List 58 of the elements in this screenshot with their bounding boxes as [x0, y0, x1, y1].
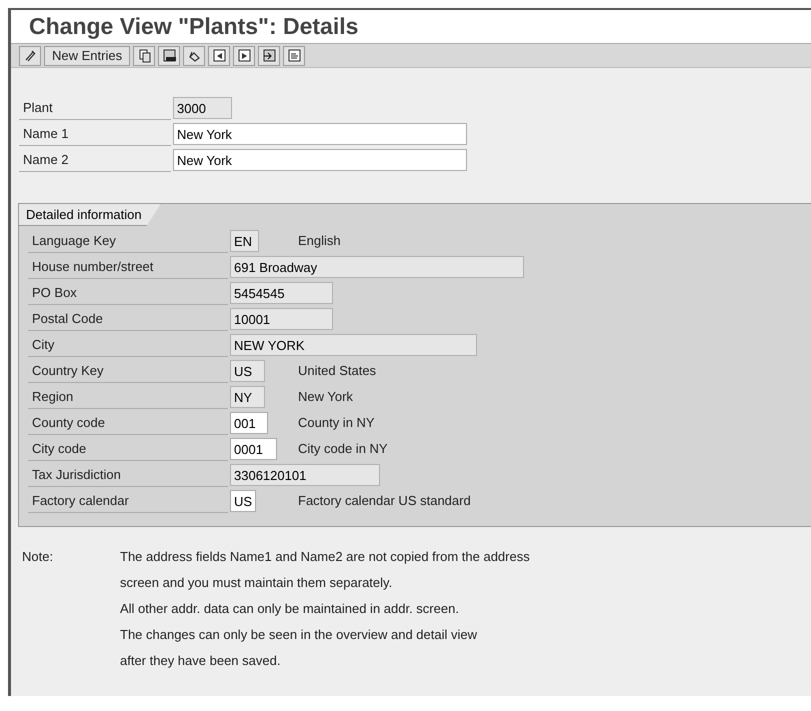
input-field[interactable]: New York [173, 123, 467, 145]
toolbar-button[interactable] [283, 46, 306, 66]
input-field[interactable]: NY [230, 386, 265, 408]
input-field[interactable]: US [230, 360, 265, 382]
toolbar-button[interactable] [183, 46, 206, 66]
field-label: Factory calendar [28, 489, 228, 513]
input-field[interactable]: 691 Broadway [230, 256, 524, 278]
toolbar-button[interactable] [208, 46, 230, 66]
input-field[interactable]: EN [230, 230, 259, 252]
input-field[interactable]: 3306120101 [230, 464, 380, 486]
input-field[interactable]: NEW YORK [230, 334, 477, 356]
field-label: Name 1 [19, 122, 171, 146]
note-text: The changes can only be seen in the overview and detail view [120, 626, 478, 644]
field-label: City [28, 333, 228, 357]
window-title: Change View "Plants": Details [29, 12, 358, 42]
field-label: House number/street [28, 255, 228, 279]
note-text: screen and you must maintain them separately. [120, 574, 394, 592]
input-field[interactable]: 10001 [230, 308, 333, 330]
note-text: All other addr. data can only be maintained in addr. screen. [120, 600, 460, 618]
toolbar-button[interactable] [158, 46, 180, 66]
field-label: City code [28, 437, 228, 461]
field-label: Postal Code [28, 307, 228, 331]
note-label: Note: [22, 548, 54, 566]
field-label: Name 2 [19, 148, 171, 172]
input-field[interactable]: New York [173, 149, 467, 171]
input-field[interactable]: 5454545 [230, 282, 333, 304]
input-field[interactable]: 001 [230, 412, 268, 434]
previous-page-icon [212, 48, 227, 63]
import-icon [262, 48, 277, 63]
field-description: New York [298, 388, 353, 406]
field-label: Country Key [28, 359, 228, 383]
note-text: The address fields Name1 and Name2 are not copied from the address [120, 548, 530, 566]
next-page-icon [236, 48, 252, 63]
field-label: Language Key [28, 229, 228, 253]
field-label: County code [28, 411, 228, 435]
field-description: English [298, 232, 341, 250]
copy-icon [136, 48, 152, 63]
field-description: City code in NY [298, 440, 388, 458]
toolbar-button[interactable] [258, 46, 280, 66]
field-description: Factory calendar US standard [298, 492, 471, 510]
input-field[interactable]: 3000 [173, 97, 232, 119]
field-label: Tax Jurisdiction [28, 463, 228, 487]
input-field[interactable]: US [230, 490, 256, 512]
new-entries-button[interactable]: New Entries [44, 46, 130, 66]
group-title: Detailed information [19, 204, 161, 226]
field-description: United States [298, 362, 376, 380]
document-icon [286, 48, 302, 63]
toolbar-button[interactable] [19, 46, 41, 66]
input-field[interactable]: 0001 [230, 438, 277, 460]
pencil-icon [22, 48, 38, 63]
toolbar-button[interactable] [233, 46, 256, 66]
note-text: after they have been saved. [120, 652, 282, 670]
field-label: Region [28, 385, 228, 409]
field-label: Plant [19, 96, 171, 120]
field-description: County in NY [298, 414, 375, 432]
toolbar-button[interactable] [133, 46, 156, 66]
save-icon [162, 48, 177, 63]
field-label: PO Box [28, 281, 228, 305]
